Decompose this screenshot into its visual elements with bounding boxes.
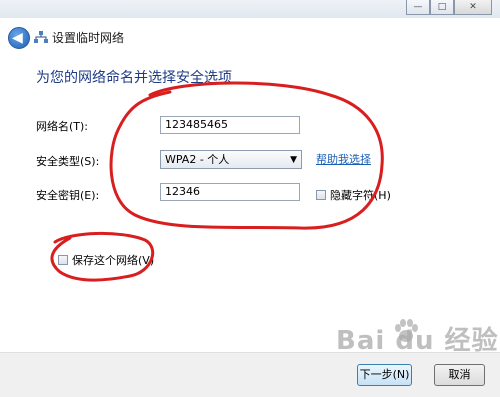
checkbox-box[interactable] [58,255,68,265]
maximize-button[interactable]: □ [430,0,454,15]
security-type-value: WPA2 - 个人 [165,153,230,166]
save-network-label: 保存这个网络(V) [72,254,155,267]
wizard-title: 设置临时网络 [52,31,125,45]
wizard-header: ◀ 设置临时网络 [0,18,500,56]
hide-characters-checkbox[interactable]: 隐藏字符(H) [316,187,391,203]
button-bar: 下一步(N) 取消 [0,352,500,397]
dialog-window: — □ ✕ ◀ 设置临时网络 为您的网络命名并选择安全选项 网络名(T): 12… [0,0,500,397]
page-heading: 为您的网络命名并选择安全选项 [36,70,232,86]
hide-characters-label: 隐藏字符(H) [330,189,391,202]
security-key-input[interactable]: 12346 [160,183,300,201]
back-button[interactable]: ◀ [8,27,30,49]
window-controls: — □ ✕ [406,0,492,15]
checkbox-box[interactable] [316,190,326,200]
network-icon [34,31,48,43]
back-arrow-icon: ◀ [12,30,23,46]
network-name-input[interactable]: 123485465 [160,116,300,134]
watermark: Bai du 经验 [336,326,499,356]
security-type-label: 安全类型(S): [36,155,100,168]
cancel-button[interactable]: 取消 [434,364,485,386]
security-key-label: 安全密钥(E): [36,189,100,202]
help-link[interactable]: 帮助我选择 [316,151,371,167]
close-button[interactable]: ✕ [454,0,492,15]
save-network-checkbox[interactable]: 保存这个网络(V) [58,252,154,268]
network-name-label: 网络名(T): [36,120,89,133]
chevron-down-icon: ▼ [290,155,297,165]
security-type-select[interactable]: WPA2 - 个人 ▼ [160,150,302,169]
minimize-button[interactable]: — [406,0,430,15]
title-bar: — □ ✕ [0,0,500,18]
next-button[interactable]: 下一步(N) [357,364,412,386]
